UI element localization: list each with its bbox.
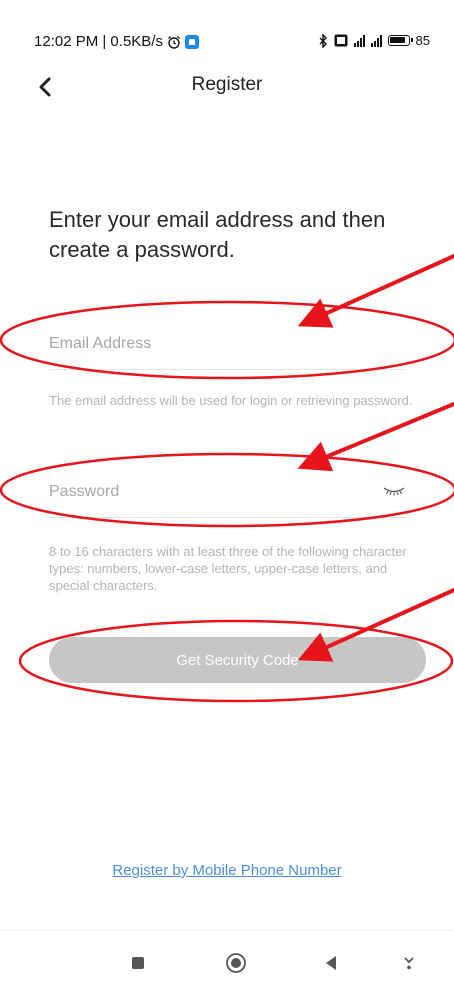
password-field[interactable] bbox=[49, 483, 376, 501]
signal-strength-icon-2 bbox=[370, 34, 382, 47]
toggle-password-visibility[interactable] bbox=[382, 484, 406, 496]
page-title: Register bbox=[191, 74, 263, 95]
bluetooth-icon bbox=[319, 33, 327, 48]
volte-icon bbox=[334, 34, 348, 47]
register-by-phone-link[interactable]: Register by Mobile Phone Number bbox=[0, 862, 454, 879]
eye-closed-icon bbox=[383, 487, 405, 496]
battery-icon bbox=[387, 35, 413, 46]
home-button[interactable] bbox=[224, 951, 248, 975]
email-hint: The email address will be used for login… bbox=[49, 393, 413, 408]
status-time: 12:02 PM | 0.5KB/s bbox=[34, 33, 163, 50]
email-field-container bbox=[49, 319, 406, 370]
status-bar-left: 12:02 PM | 0.5KB/s bbox=[34, 33, 199, 50]
recents-button[interactable] bbox=[126, 951, 150, 975]
circle-icon bbox=[226, 953, 246, 973]
square-icon bbox=[132, 957, 144, 969]
password-field-container bbox=[49, 467, 376, 518]
extra-nav-button[interactable] bbox=[397, 951, 421, 975]
email-field[interactable] bbox=[49, 335, 406, 353]
annotation-arrow-email bbox=[297, 254, 454, 328]
password-hint: 8 to 16 characters with at least three o… bbox=[49, 544, 407, 593]
app-notification-icon bbox=[184, 34, 199, 49]
get-security-code-button[interactable]: Get Security Code bbox=[49, 637, 426, 683]
system-nav-bar bbox=[0, 930, 454, 990]
alarm-icon bbox=[168, 35, 180, 49]
instruction-heading: Enter your email address and then create… bbox=[49, 207, 386, 262]
back-nav-button[interactable] bbox=[319, 951, 343, 975]
chevron-down-icon bbox=[404, 957, 414, 970]
password-underline bbox=[49, 517, 406, 518]
status-bar-right: 85 bbox=[318, 33, 430, 48]
signal-strength-icon-1 bbox=[353, 34, 365, 47]
battery-level: 85 bbox=[415, 33, 430, 48]
triangle-left-icon bbox=[326, 956, 336, 970]
annotation-arrow-password bbox=[297, 402, 454, 472]
